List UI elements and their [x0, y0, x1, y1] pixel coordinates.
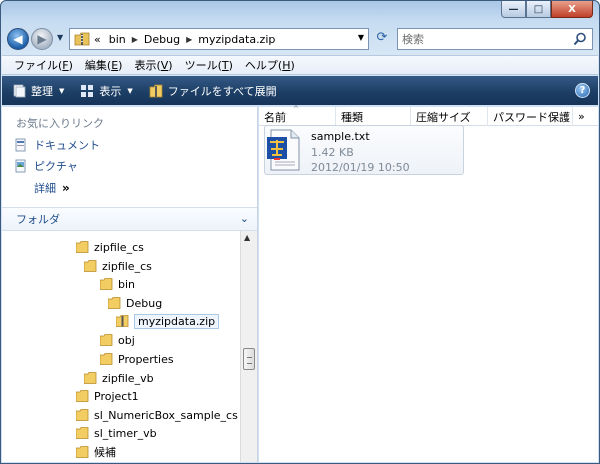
sort-ascending-icon: ^	[293, 105, 299, 113]
menu-help[interactable]: ヘルプ(H)	[245, 57, 295, 73]
zip-folder-icon	[74, 32, 90, 46]
tree-item-candidates[interactable]: 候補	[76, 443, 116, 461]
folder-icon	[76, 446, 89, 458]
minimize-button[interactable]: —	[501, 1, 526, 18]
folder-icon	[108, 297, 121, 309]
views-button[interactable]: 表示 ▼	[80, 83, 133, 99]
column-header-type[interactable]: 種類	[336, 107, 411, 126]
text-file-icon	[267, 129, 300, 171]
folder-icon	[84, 260, 97, 272]
folder-icon	[76, 427, 89, 439]
extract-all-button[interactable]: ファイルをすべて展開	[149, 83, 277, 99]
more-links[interactable]: 詳細»	[34, 180, 70, 196]
organize-icon	[13, 84, 26, 97]
column-header-password-protected[interactable]: パスワード保護	[488, 107, 573, 126]
column-headers: 名前 ^ 種類 圧縮サイズ パスワード保護 »	[259, 105, 598, 126]
file-item-sample-txt[interactable]: sample.txt 1.42 KB 2012/01/19 10:50	[264, 125, 464, 175]
breadcrumb-debug[interactable]: Debug	[144, 33, 180, 46]
favorite-link-documents[interactable]: ドキュメント	[14, 137, 100, 153]
tree-item-debug[interactable]: Debug	[108, 294, 162, 312]
pictures-icon	[15, 159, 26, 173]
tree-item-bin[interactable]: bin	[100, 275, 135, 293]
folder-icon	[76, 390, 89, 402]
navigation-pane: お気に入りリンク ドキュメント ピクチャ 詳細» フォルダ ⌄ zipfile_…	[2, 107, 258, 462]
navigation-bar: ◀ ▶ ▼ « bin ▶ Debug ▶ myzipdata.zip ▼ ⟳ …	[7, 27, 593, 51]
folder-icon	[100, 334, 113, 346]
menu-view[interactable]: 表示(V)	[134, 57, 172, 73]
column-header-name[interactable]: 名前 ^	[259, 105, 336, 126]
folder-icon	[100, 278, 113, 290]
documents-icon	[15, 138, 26, 152]
folder-icon	[76, 409, 89, 421]
tree-item-sl-timer-vb[interactable]: sl_timer_vb	[76, 424, 157, 442]
forward-button[interactable]: ▶	[31, 28, 53, 50]
back-button[interactable]: ◀	[7, 28, 29, 50]
tree-item-properties[interactable]: Properties	[100, 350, 174, 368]
folder-icon	[84, 372, 97, 384]
organize-button[interactable]: 整理 ▼	[12, 83, 64, 99]
zip-folder-icon	[116, 315, 129, 327]
tree-item-project1[interactable]: Project1	[76, 387, 139, 405]
search-input[interactable]: 検索	[397, 28, 593, 50]
search-placeholder: 検索	[402, 33, 424, 46]
menu-file[interactable]: ファイル(F)	[14, 57, 73, 73]
tree-item-myzipdata[interactable]: myzipdata.zip	[116, 312, 220, 330]
breadcrumb-prefix[interactable]: «	[94, 33, 101, 46]
menu-bar: ファイル(F) 編集(E) 表示(V) ツール(T) ヘルプ(H)	[2, 55, 598, 75]
address-dropdown-icon[interactable]: ▼	[358, 33, 364, 42]
views-icon	[81, 84, 94, 97]
command-bar: 整理 ▼ 表示 ▼ ファイルをすべて展開 ?	[2, 76, 598, 105]
breadcrumb-separator-icon[interactable]: ▶	[132, 35, 138, 44]
breadcrumb: bin ▶ Debug ▶ myzipdata.zip	[109, 33, 276, 46]
recent-pages-dropdown[interactable]: ▼	[57, 33, 63, 42]
breadcrumb-bin[interactable]: bin	[109, 33, 126, 46]
folder-icon	[100, 353, 113, 365]
favorite-link-pictures[interactable]: ピクチャ	[14, 158, 78, 174]
file-name: sample.txt	[311, 130, 370, 143]
tree-item-sl-numericbox[interactable]: sl_NumericBox_sample_cs	[76, 406, 238, 424]
breadcrumb-separator-icon[interactable]: ▶	[186, 35, 192, 44]
menu-tools[interactable]: ツール(T)	[185, 57, 233, 73]
scroll-up-icon[interactable]: ▲	[244, 233, 250, 242]
tree-item-zipfile-vb[interactable]: zipfile_vb	[84, 369, 154, 387]
folder-tree-scrollbar[interactable]: ▲	[240, 231, 257, 462]
favorite-links-header: お気に入りリンク	[16, 117, 104, 130]
close-button[interactable]: X	[551, 1, 593, 18]
tree-item-obj[interactable]: obj	[100, 331, 135, 349]
tree-item-zipfile-cs-inner[interactable]: zipfile_cs	[84, 257, 152, 275]
caption-buttons: — □ X	[501, 1, 593, 18]
folder-tree: zipfile_cs zipfile_cs bin Debug myzipdat…	[2, 232, 240, 462]
more-columns-button[interactable]: »	[573, 107, 597, 126]
refresh-icon[interactable]: ⟳	[373, 30, 391, 48]
chevron-down-icon[interactable]: ⌄	[240, 212, 249, 225]
maximize-button[interactable]: □	[526, 1, 551, 18]
search-icon[interactable]	[573, 32, 587, 46]
more-chevron-icon: »	[62, 181, 70, 195]
file-size: 1.42 KB	[311, 146, 354, 159]
help-icon[interactable]: ?	[575, 83, 590, 98]
file-date: 2012/01/19 10:50	[311, 161, 410, 174]
tree-item-zipfile-cs[interactable]: zipfile_cs	[76, 238, 144, 256]
folders-header[interactable]: フォルダ ⌄	[2, 207, 257, 231]
breadcrumb-myzipdata[interactable]: myzipdata.zip	[198, 33, 275, 46]
column-header-compressed-size[interactable]: 圧縮サイズ	[411, 107, 488, 126]
address-bar[interactable]: « bin ▶ Debug ▶ myzipdata.zip ▼	[69, 28, 369, 50]
file-list-pane: 名前 ^ 種類 圧縮サイズ パスワード保護 » sample.txt 1.42 K…	[259, 105, 598, 462]
explorer-window: — □ X ◀ ▶ ▼ « bin ▶ Debug ▶ myzipdata.zi…	[0, 0, 600, 464]
zip-folder-icon	[149, 84, 163, 97]
folder-icon	[76, 241, 89, 253]
scrollbar-thumb[interactable]	[243, 348, 255, 370]
menu-edit[interactable]: 編集(E)	[85, 57, 123, 73]
